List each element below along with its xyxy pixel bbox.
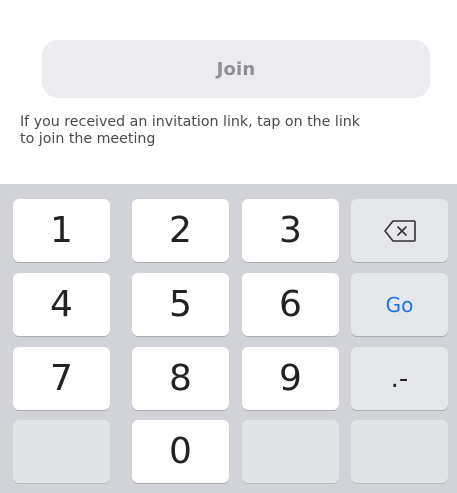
- key-2[interactable]: 2: [132, 199, 229, 262]
- invitation-hint-line1: If you received an invitation link, tap …: [20, 114, 360, 130]
- key-9-label: 9: [279, 358, 302, 399]
- key-1-label: 1: [50, 210, 73, 251]
- invitation-hint: If you received an invitation link, tap …: [20, 114, 400, 148]
- key-3-label: 3: [279, 210, 302, 251]
- empty-key-right: [351, 420, 448, 483]
- key-0[interactable]: 0: [132, 420, 229, 483]
- backspace-icon: [383, 219, 416, 242]
- key-6-label: 6: [279, 284, 302, 325]
- key-3[interactable]: 3: [242, 199, 339, 262]
- key-5-label: 5: [169, 284, 192, 325]
- join-button-label: Join: [216, 58, 256, 80]
- backspace-key[interactable]: [351, 199, 448, 262]
- go-key-label: Go: [385, 292, 414, 317]
- key-9[interactable]: 9: [242, 347, 339, 410]
- invitation-hint-line2: to join the meeting: [20, 131, 156, 147]
- key-2-label: 2: [169, 210, 192, 251]
- join-button[interactable]: Join: [42, 40, 430, 98]
- key-5[interactable]: 5: [132, 273, 229, 336]
- key-8[interactable]: 8: [132, 347, 229, 410]
- key-1[interactable]: 1: [13, 199, 110, 262]
- dot-dash-key[interactable]: .-: [351, 347, 448, 410]
- numeric-keypad: 1 2 3 4 5 6 Go 7 8 9 .- 0: [0, 184, 457, 493]
- key-6[interactable]: 6: [242, 273, 339, 336]
- go-key[interactable]: Go: [351, 273, 448, 336]
- key-8-label: 8: [169, 358, 192, 399]
- key-4-label: 4: [50, 284, 73, 325]
- key-4[interactable]: 4: [13, 273, 110, 336]
- join-meeting-area: Join If you received an invitation link,…: [0, 0, 457, 184]
- empty-key-left: [13, 420, 110, 483]
- key-7-label: 7: [50, 358, 73, 399]
- empty-key-middle: [242, 420, 339, 483]
- key-7[interactable]: 7: [13, 347, 110, 410]
- dot-dash-key-label: .-: [390, 363, 409, 394]
- key-0-label: 0: [169, 431, 192, 472]
